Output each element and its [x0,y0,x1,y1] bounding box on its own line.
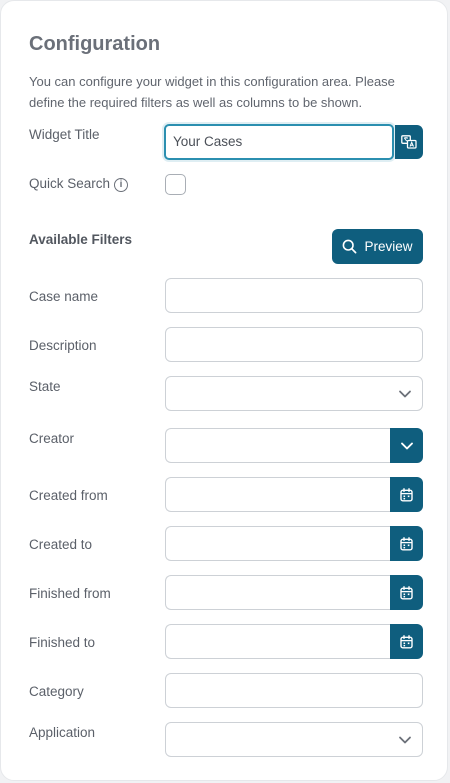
finished-to-calendar-button[interactable] [390,624,423,659]
category-label: Category [29,684,84,699]
calendar-icon [400,585,413,599]
created-to-calendar-button[interactable] [390,526,423,561]
widget-title-label: Widget Title [29,127,100,142]
available-filters-heading: Available Filters [29,232,133,247]
created-from-calendar-button[interactable] [390,477,423,512]
state-label: State [29,379,61,394]
search-icon [343,239,357,254]
configuration-panel: Configuration You can configure your wid… [0,0,448,781]
creator-label: Creator [29,431,75,446]
application-label: Application [29,725,96,740]
created-to-label: Created to [29,537,93,552]
panel-title: Configuration [29,33,161,55]
chevron-down-icon [399,736,411,744]
chevron-down-icon [399,390,411,398]
finished-from-label: Finished from [29,586,111,601]
category-input[interactable] [165,673,423,708]
state-select[interactable] [165,376,423,411]
finished-from-input[interactable] [165,575,391,610]
finished-to-input[interactable] [165,624,391,659]
calendar-icon [400,634,413,648]
chevron-down-icon [400,442,413,449]
translate-button[interactable] [395,125,423,159]
quick-search-checkbox[interactable] [165,174,186,195]
panel-description: You can configure your widget in this co… [29,74,395,110]
calendar-icon [400,487,413,501]
finished-from-calendar-button[interactable] [390,575,423,610]
case-name-input[interactable] [165,278,423,313]
description-label: Description [29,338,97,353]
creator-dropdown-button[interactable] [390,428,423,463]
quick-search-label: Quick Search i [29,176,129,192]
created-from-input[interactable] [165,477,391,512]
description-input[interactable] [165,327,423,362]
created-from-label: Created from [29,488,108,503]
application-select[interactable] [165,722,423,757]
translate-icon [401,135,417,149]
widget-title-input[interactable]: Your Cases [164,124,394,160]
creator-input[interactable] [165,428,391,463]
case-name-label: Case name [29,289,99,304]
preview-button-label: Preview [364,239,413,254]
finished-to-label: Finished to [29,635,96,650]
calendar-icon [400,536,413,550]
preview-button[interactable]: Preview [332,229,423,264]
info-icon[interactable]: i [114,178,129,192]
created-to-input[interactable] [165,526,391,561]
